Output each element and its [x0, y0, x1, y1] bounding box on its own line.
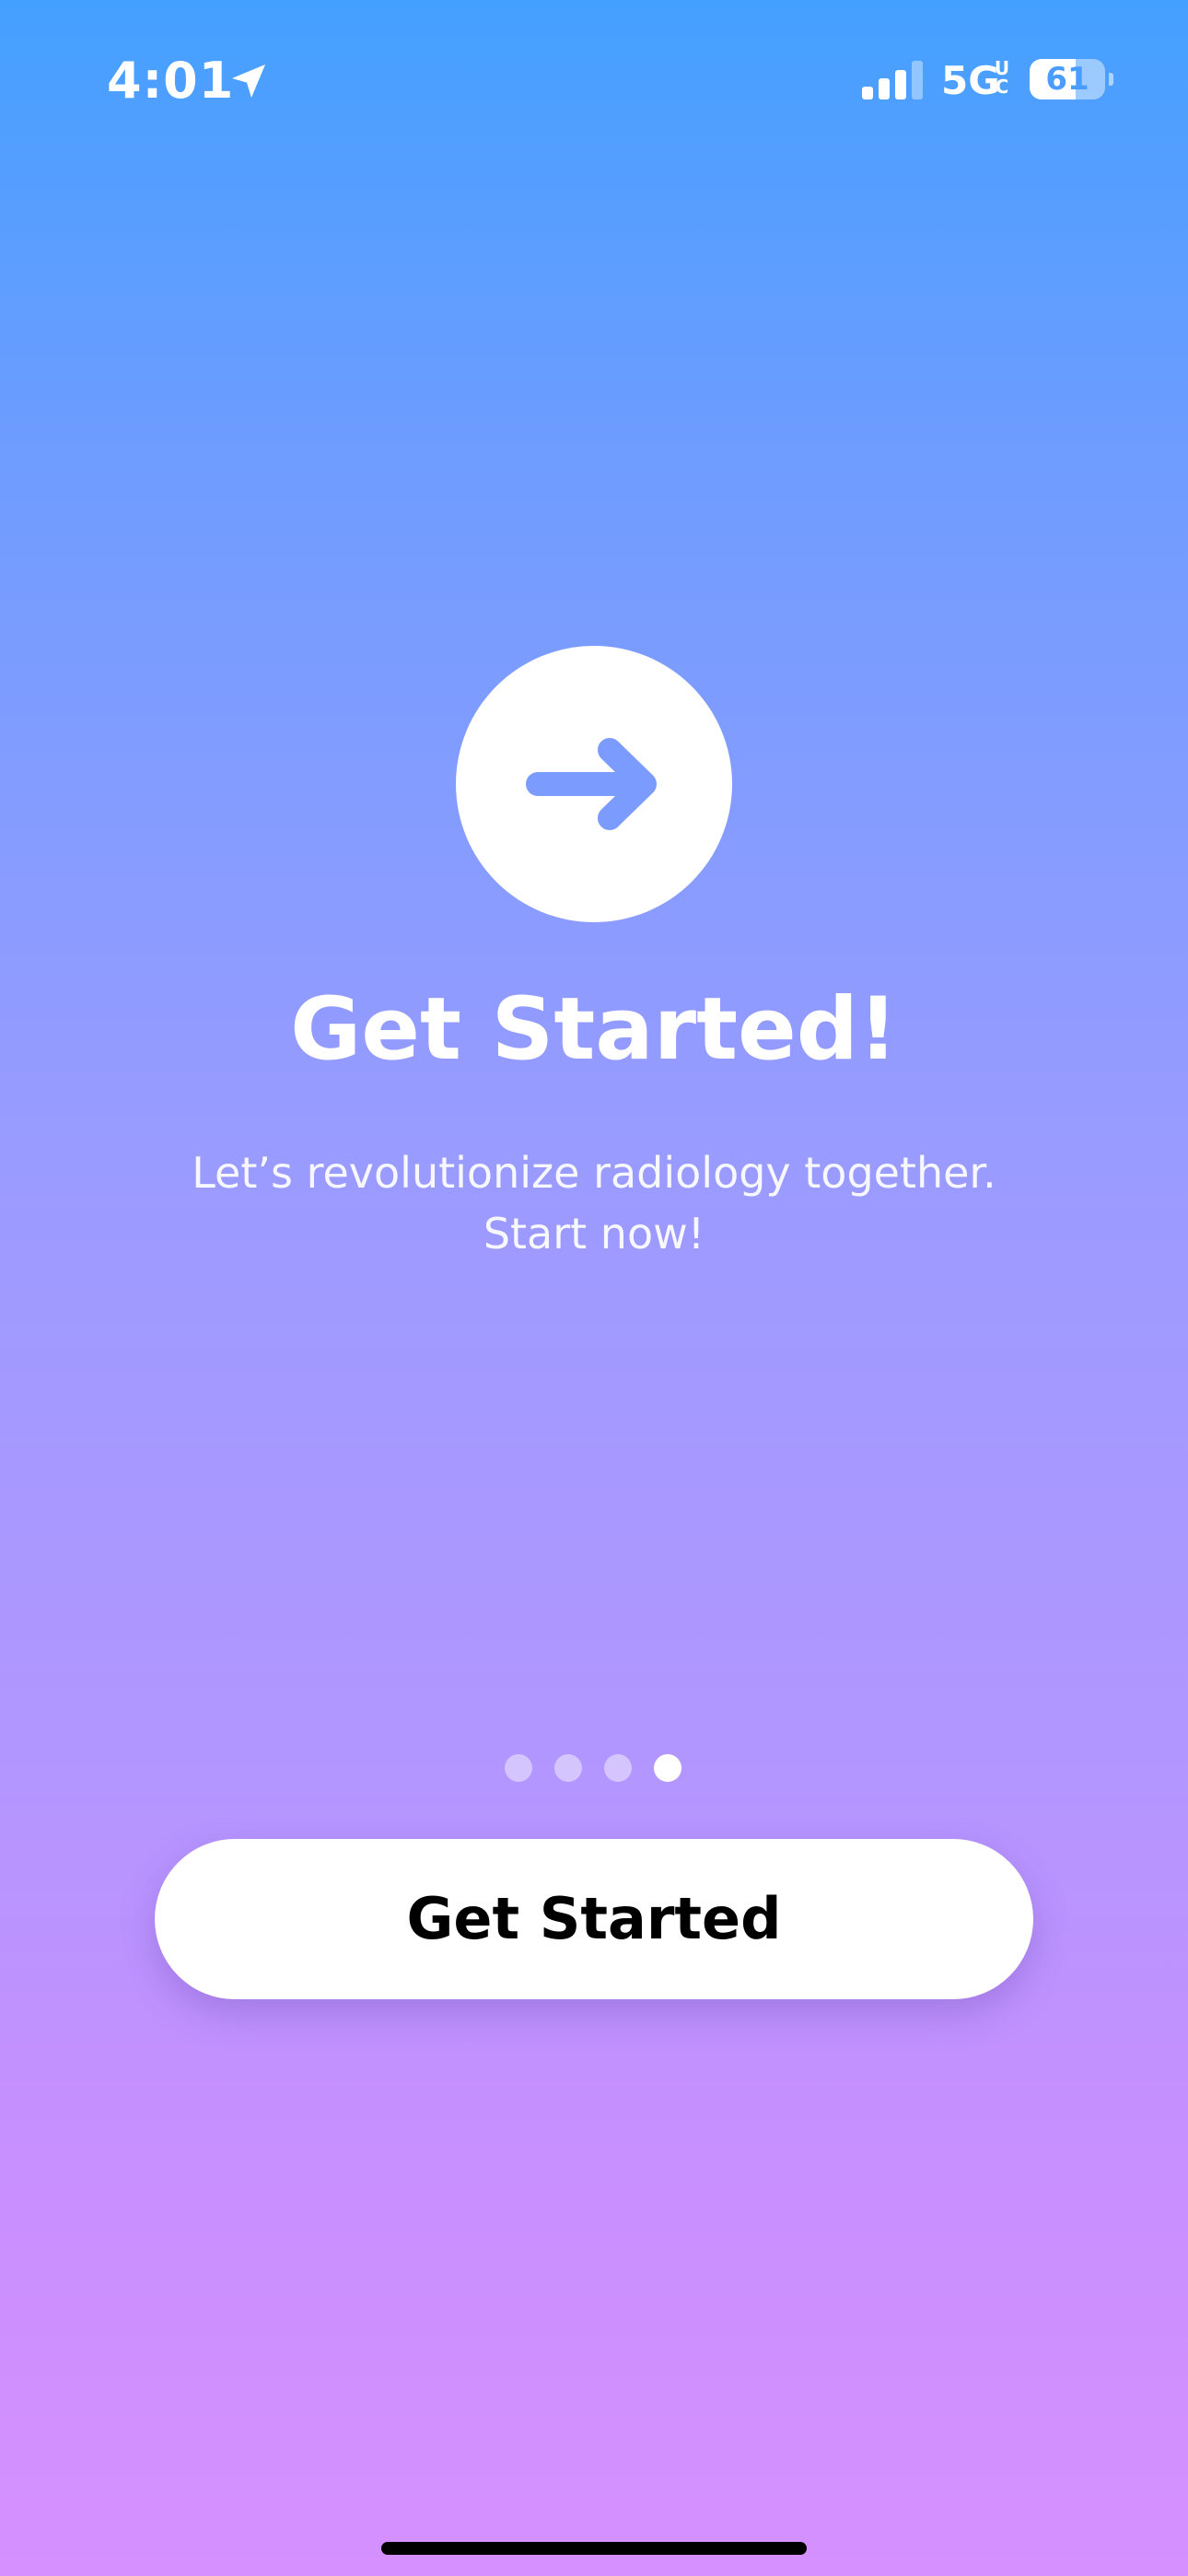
- page-dot-3[interactable]: [604, 1754, 632, 1782]
- get-started-button[interactable]: Get Started: [155, 1839, 1033, 1999]
- page-subtitle: Let’s revolutionize radiology together. …: [92, 1142, 1096, 1264]
- battery-body: 61: [1030, 59, 1105, 100]
- page-indicator[interactable]: [505, 1754, 689, 1784]
- status-time: 4:01: [107, 52, 235, 110]
- subtitle-line-1: Let’s revolutionize radiology together.: [192, 1148, 996, 1198]
- location-arrow-icon: [232, 64, 265, 98]
- page-dot-2[interactable]: [554, 1754, 582, 1782]
- page-dot-4[interactable]: [654, 1754, 681, 1782]
- cellular-signal-icon: [862, 61, 923, 100]
- home-indicator[interactable]: [381, 2542, 807, 2555]
- battery-icon: 61: [1030, 59, 1113, 100]
- hero-icon-circle: [456, 646, 732, 922]
- page-title: Get Started!: [290, 979, 898, 1080]
- subtitle-line-2: Start now!: [483, 1209, 705, 1259]
- battery-cap: [1109, 73, 1113, 86]
- network-sub-label: UC: [994, 57, 1010, 98]
- page-dot-1[interactable]: [505, 1754, 532, 1782]
- status-bar: 4:01 5G UC 61: [0, 0, 1188, 157]
- battery-percentage: 61: [1045, 61, 1089, 98]
- arrow-right-icon: [526, 738, 657, 830]
